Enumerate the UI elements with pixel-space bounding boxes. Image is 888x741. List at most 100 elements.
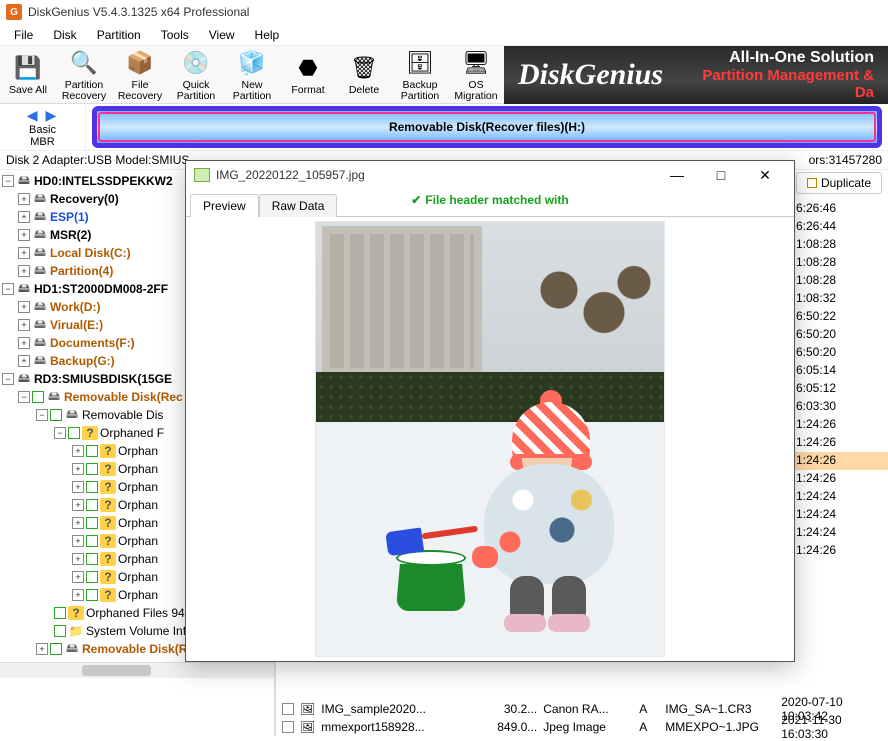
tree-orphan-item[interactable]: Orphan [118,588,158,602]
tree-removable-rec[interactable]: Removable Disk(Rec [64,390,183,404]
checkbox[interactable] [86,517,98,529]
checkbox[interactable] [86,499,98,511]
checkbox[interactable] [86,445,98,457]
collapse-icon[interactable]: − [54,427,66,439]
date-cell[interactable]: 6:05:14 [792,362,888,380]
date-cell[interactable]: 1:24:26 [792,416,888,434]
expand-icon[interactable]: + [18,337,30,349]
checkbox[interactable] [86,481,98,493]
tool-new-partition[interactable]: 🧊New Partition [224,46,280,104]
duplicate-button[interactable]: Duplicate [796,172,882,194]
disk-map[interactable]: Removable Disk(Recover files)(H:) [92,106,882,148]
tree-orphan-item[interactable]: Orphan [118,462,158,476]
tree-partition[interactable]: Partition(4) [50,264,113,278]
checkbox[interactable] [68,427,80,439]
file-row[interactable]: 🖼 mmexport158928... 849.0... Jpeg Image … [282,718,888,736]
date-cell[interactable]: 1:08:32 [792,290,888,308]
checkbox[interactable] [86,553,98,565]
tab-preview[interactable]: Preview [190,194,259,217]
expand-icon[interactable]: + [18,301,30,313]
expand-icon[interactable]: + [18,265,30,277]
tree-orphan-item[interactable]: Orphan [118,498,158,512]
tree-partition[interactable]: Work(D:) [50,300,100,314]
checkbox[interactable] [54,607,66,619]
tree-orphan-item[interactable]: Orphan [118,534,158,548]
date-cell[interactable]: 1:24:24 [792,524,888,542]
checkbox[interactable] [54,625,66,637]
tool-file-recovery[interactable]: 📦File Recovery [112,46,168,104]
tree-partition[interactable]: Local Disk(C:) [50,246,131,260]
collapse-icon[interactable]: − [18,391,30,403]
tree-partition[interactable]: Virual(E:) [50,318,103,332]
checkbox[interactable] [86,589,98,601]
tree-orphan-item[interactable]: Orphan [118,480,158,494]
date-cell[interactable]: 6:50:20 [792,344,888,362]
tree-orphaned-files[interactable]: Orphaned Files 9412 [86,606,198,620]
expand-icon[interactable]: + [18,211,30,223]
menu-disk[interactable]: Disk [45,26,84,44]
checkbox[interactable] [86,463,98,475]
expand-icon[interactable]: + [72,553,84,565]
checkbox[interactable] [32,391,44,403]
tree-orphaned-root[interactable]: Orphaned F [100,426,164,440]
date-cell[interactable]: 1:24:24 [792,506,888,524]
date-cell[interactable]: 6:03:30 [792,398,888,416]
tab-raw-data[interactable]: Raw Data [259,194,338,217]
tree-partition[interactable]: Documents(F:) [50,336,135,350]
date-cell[interactable]: 1:24:26 [792,470,888,488]
tree-partition[interactable]: ESP(1) [50,210,89,224]
expand-icon[interactable]: + [72,517,84,529]
date-cell[interactable]: 1:08:28 [792,272,888,290]
expand-icon[interactable]: + [18,193,30,205]
expand-icon[interactable]: + [18,319,30,331]
tree-orphan-item[interactable]: Orphan [118,516,158,530]
tool-delete[interactable]: 🗑Delete [336,46,392,104]
expand-icon[interactable]: + [72,463,84,475]
expand-icon[interactable]: + [18,229,30,241]
date-cell[interactable]: 6:50:20 [792,326,888,344]
maximize-button[interactable]: □ [700,163,742,187]
tool-format[interactable]: ⬣Format [280,46,336,104]
expand-icon[interactable]: + [36,643,48,655]
minimize-button[interactable]: — [656,163,698,187]
checkbox[interactable] [282,721,294,733]
checkbox[interactable] [86,571,98,583]
checkbox[interactable] [282,703,294,715]
tree-hd1[interactable]: HD1:ST2000DM008-2FF [34,282,168,296]
date-cell[interactable]: 6:05:12 [792,380,888,398]
collapse-icon[interactable]: − [2,283,14,295]
expand-icon[interactable]: + [72,535,84,547]
tree-removable-dis[interactable]: Removable Dis [82,408,163,422]
tree-partition[interactable]: Backup(G:) [50,354,115,368]
preview-titlebar[interactable]: IMG_20220122_105957.jpg — □ ✕ [186,161,794,189]
date-cell[interactable]: 6:50:22 [792,308,888,326]
date-cell[interactable]: 1:24:24 [792,488,888,506]
checkbox[interactable] [50,409,62,421]
menu-file[interactable]: File [6,26,41,44]
checkbox[interactable] [86,535,98,547]
tree-orphan-item[interactable]: Orphan [118,444,158,458]
date-cell[interactable]: 1:08:28 [792,236,888,254]
expand-icon[interactable]: + [72,571,84,583]
tree-orphan-item[interactable]: Orphan [118,552,158,566]
tool-quick-partition[interactable]: 💿Quick Partition [168,46,224,104]
collapse-icon[interactable]: − [2,175,14,187]
collapse-icon[interactable]: − [2,373,14,385]
date-cell[interactable]: 1:08:28 [792,254,888,272]
expand-icon[interactable]: + [72,481,84,493]
tool-partition-recovery[interactable]: 🔍Partition Recovery [56,46,112,104]
date-cell[interactable]: 1:24:26 [792,452,888,470]
date-cell[interactable]: 6:26:44 [792,218,888,236]
tool-save-all[interactable]: 💾Save All [0,46,56,104]
date-cell[interactable]: 1:24:26 [792,434,888,452]
expand-icon[interactable]: + [18,355,30,367]
close-button[interactable]: ✕ [744,163,786,187]
menu-help[interactable]: Help [247,26,288,44]
checkbox[interactable] [50,643,62,655]
tree-orphan-item[interactable]: Orphan [118,570,158,584]
expand-icon[interactable]: + [72,499,84,511]
menu-tools[interactable]: Tools [153,26,197,44]
tree-hd0[interactable]: HD0:INTELSSDPEKKW2 [34,174,173,188]
tree-scrollbar[interactable] [0,662,274,678]
collapse-icon[interactable]: − [36,409,48,421]
